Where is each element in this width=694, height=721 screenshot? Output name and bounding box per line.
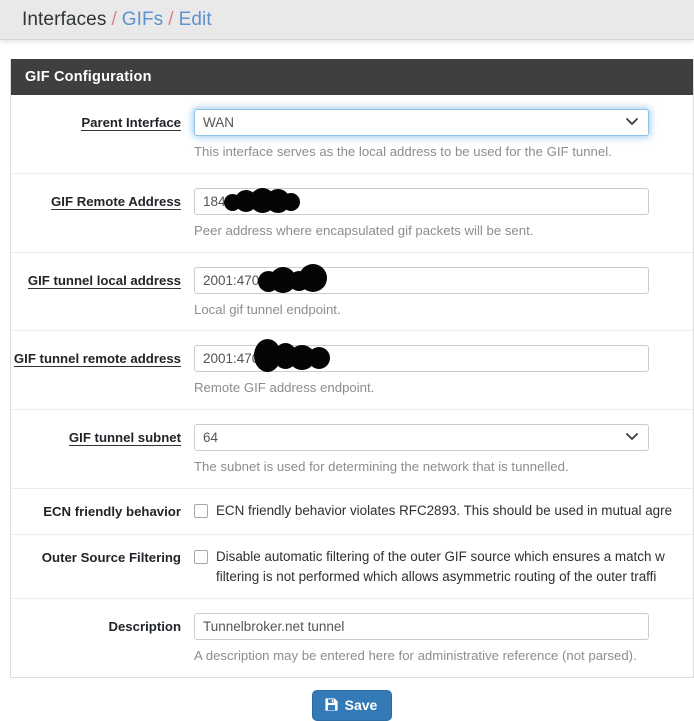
field-cell-gif-tunnel-local-address: Local gif tunnel endpoint. [194,263,693,319]
label-gif-tunnel-subnet: GIF tunnel subnet [68,430,181,447]
row-ecn-friendly-behavior: ECN friendly behavior ECN friendly behav… [11,489,693,535]
breadcrumb-item-gifs[interactable]: GIFs [122,9,164,31]
ecn-friendly-behavior-checkbox-label[interactable]: ECN friendly behavior violates RFC2893. … [216,501,672,521]
label-cell-gif-tunnel-local-address: GIF tunnel local address [11,267,194,319]
gif-tunnel-local-address-input[interactable] [194,266,649,294]
ecn-friendly-behavior-checkbox[interactable] [194,504,208,519]
label-gif-tunnel-remote-address: GIF tunnel remote address [13,351,181,368]
outer-source-filtering-text-line2: filtering is not performed which allows … [216,568,657,584]
row-gif-tunnel-subnet: GIF tunnel subnet 64 The subnet is used … [11,410,693,490]
gif-remote-address-wrap [194,187,649,215]
save-button[interactable]: Save [311,689,393,721]
gif-tunnel-remote-address-wrap [194,339,649,373]
label-parent-interface: Parent Interface [81,115,181,131]
outer-source-filtering-text-line1: Disable automatic filtering of the outer… [216,548,665,564]
help-gif-tunnel-remote-address: Remote GIF address endpoint. [194,380,375,396]
help-gif-remote-address: Peer address where encapsulated gif pack… [194,222,534,238]
breadcrumb-separator: / [111,8,117,30]
panel-title: GIF Configuration [11,59,693,95]
save-button-label: Save [344,696,378,713]
page-content: GIF Configuration Parent Interface WAN T… [0,40,694,721]
label-cell-ecn-friendly-behavior: ECN friendly behavior [11,501,194,522]
breadcrumb-item-edit[interactable]: Edit [179,9,212,31]
field-cell-ecn-friendly-behavior: ECN friendly behavior violates RFC2893. … [194,501,693,522]
row-outer-source-filtering: Outer Source Filtering Disable automatic… [11,535,693,599]
outer-source-filtering-check-line: Disable automatic filtering of the outer… [194,547,693,587]
help-description: A description may be entered here for ad… [194,647,637,663]
breadcrumb-item-interfaces: Interfaces [22,8,107,30]
help-parent-interface: This interface serves as the local addre… [194,144,612,159]
form-body: Parent Interface WAN This interface serv… [11,95,693,677]
row-gif-tunnel-remote-address: GIF tunnel remote address Remote GIF add… [11,331,693,411]
gif-tunnel-remote-address-input[interactable] [194,345,649,373]
form-actions: Save [0,678,694,721]
gif-tunnel-subnet-select[interactable]: 64 [194,424,649,452]
gif-tunnel-subnet-select-wrap: 64 [194,424,649,452]
gif-tunnel-local-address-wrap [194,263,649,294]
label-ecn-friendly-behavior: ECN friendly behavior [43,504,181,520]
field-cell-description: A description may be entered here for ad… [194,612,693,665]
label-cell-gif-tunnel-remote-address: GIF tunnel remote address [11,345,194,397]
outer-source-filtering-checkbox-label[interactable]: Disable automatic filtering of the outer… [216,547,665,587]
gif-configuration-panel: GIF Configuration Parent Interface WAN T… [10,59,694,678]
label-description: Description [108,618,181,634]
row-gif-tunnel-local-address: GIF tunnel local address Local gif tunne… [11,253,693,332]
save-icon [325,698,338,711]
label-outer-source-filtering: Outer Source Filtering [41,549,181,565]
parent-interface-select[interactable]: WAN [194,109,649,136]
breadcrumb-separator: / [168,8,174,30]
label-cell-parent-interface: Parent Interface [11,109,194,161]
row-description: Description A description may be entered… [11,599,693,677]
label-gif-tunnel-local-address: GIF tunnel local address [27,272,181,289]
help-gif-tunnel-subnet: The subnet is used for determining the n… [194,459,569,475]
row-gif-remote-address: GIF Remote Address Peer address where en… [11,174,693,253]
description-input[interactable] [194,612,649,640]
label-cell-description: Description [11,613,194,665]
outer-source-filtering-checkbox[interactable] [194,549,208,564]
label-gif-remote-address: GIF Remote Address [51,193,181,210]
label-cell-gif-remote-address: GIF Remote Address [11,188,194,240]
parent-interface-select-wrap: WAN [194,109,649,136]
label-cell-outer-source-filtering: Outer Source Filtering [11,547,194,587]
row-parent-interface: Parent Interface WAN This interface serv… [11,95,693,174]
field-cell-parent-interface: WAN This interface serves as the local a… [194,109,693,161]
breadcrumb: Interfaces / GIFs / Edit [0,0,694,40]
field-cell-gif-remote-address: Peer address where encapsulated gif pack… [194,187,693,240]
field-cell-gif-tunnel-subnet: 64 The subnet is used for determining th… [194,424,693,476]
description-wrap [194,612,649,640]
label-cell-gif-tunnel-subnet: GIF tunnel subnet [11,424,194,476]
help-gif-tunnel-local-address: Local gif tunnel endpoint. [194,301,341,317]
field-cell-gif-tunnel-remote-address: Remote GIF address endpoint. [194,339,693,397]
gif-remote-address-input[interactable] [194,187,649,215]
ecn-friendly-behavior-check-line: ECN friendly behavior violates RFC2893. … [194,501,693,521]
field-cell-outer-source-filtering: Disable automatic filtering of the outer… [194,547,693,587]
